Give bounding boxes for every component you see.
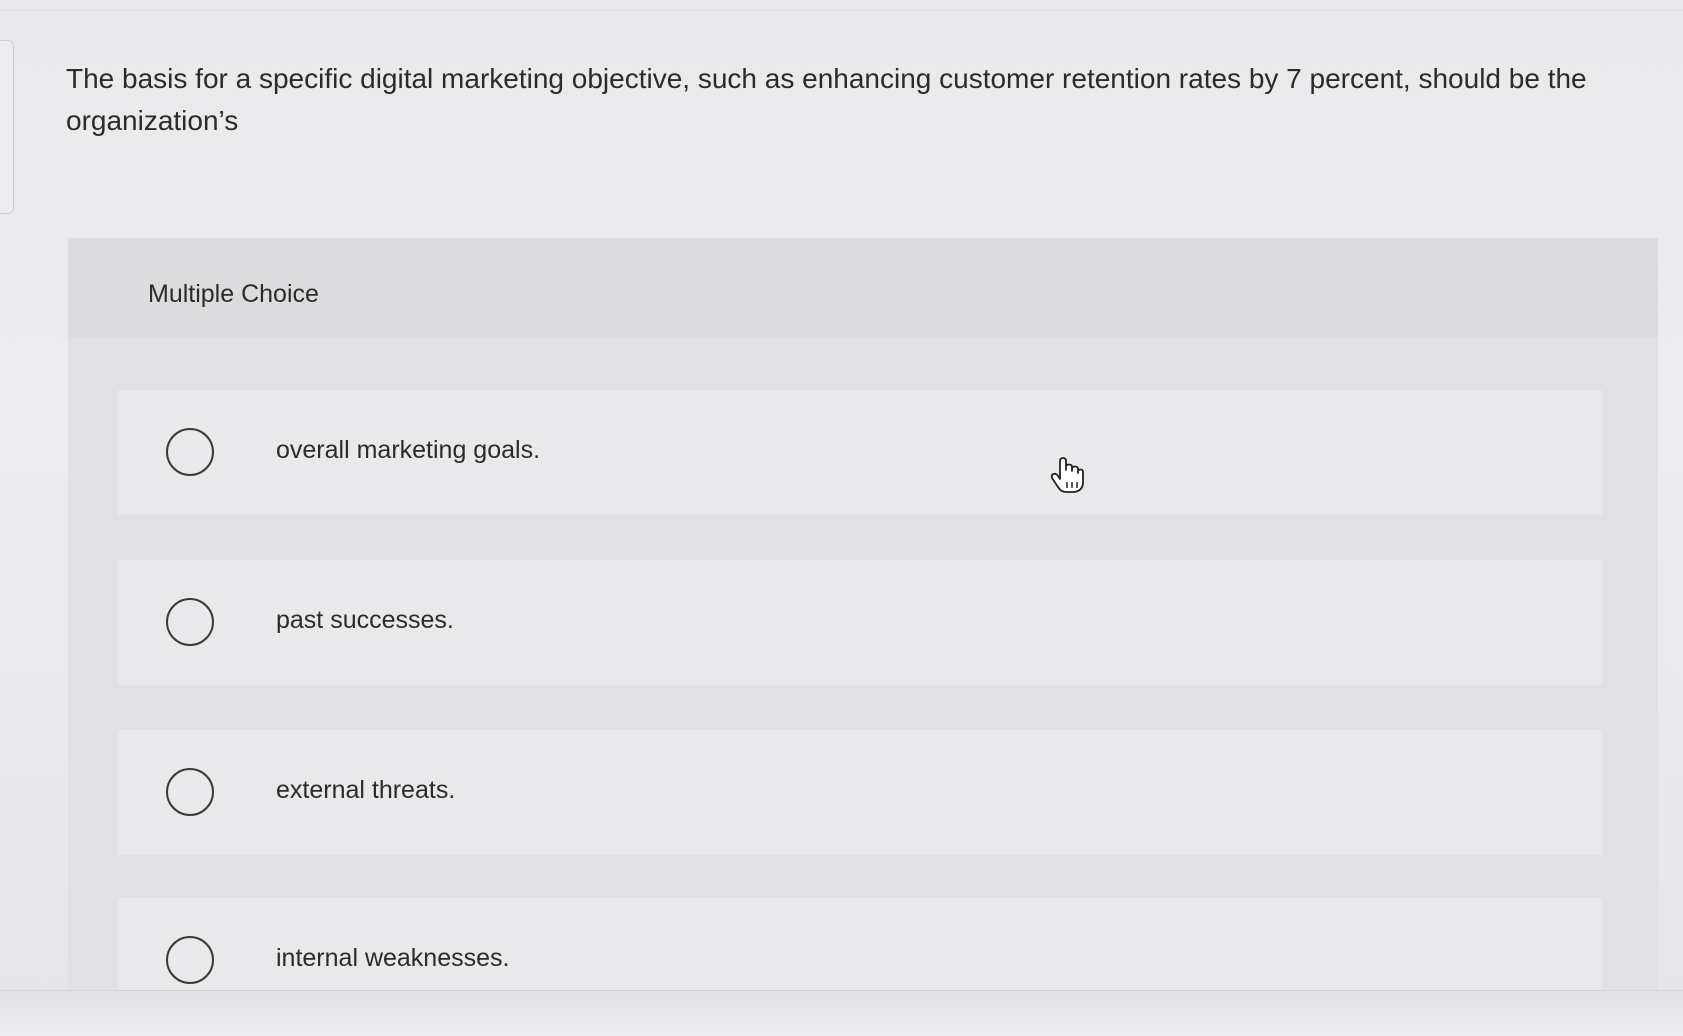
answer-option-label: external threats. — [276, 776, 456, 804]
panel-header: Multiple Choice — [68, 238, 1658, 338]
answer-option-label: overall marketing goals. — [276, 436, 541, 464]
multiple-choice-label: Multiple Choice — [148, 280, 319, 308]
page-bottom-edge — [0, 990, 1683, 1036]
multiple-choice-panel: Multiple Choice overall marketing goals.… — [68, 238, 1658, 990]
answer-option-label: past successes. — [276, 606, 454, 634]
radio-button-icon[interactable] — [166, 598, 214, 646]
radio-button-icon[interactable] — [166, 768, 214, 816]
radio-button-icon[interactable] — [166, 428, 214, 476]
left-edge-tab[interactable] — [0, 40, 14, 214]
hand-pointer-icon — [1050, 457, 1084, 493]
question-prompt: The basis for a specific digital marketi… — [66, 63, 1587, 136]
top-divider — [0, 10, 1683, 11]
answer-option-1[interactable]: overall marketing goals. — [118, 390, 1602, 515]
answer-option-3[interactable]: external threats. — [118, 730, 1602, 855]
radio-button-icon[interactable] — [166, 936, 214, 984]
answer-option-2[interactable]: past successes. — [118, 560, 1602, 685]
answer-option-4[interactable]: internal weaknesses. — [118, 898, 1602, 990]
answer-option-label: internal weaknesses. — [276, 944, 510, 972]
